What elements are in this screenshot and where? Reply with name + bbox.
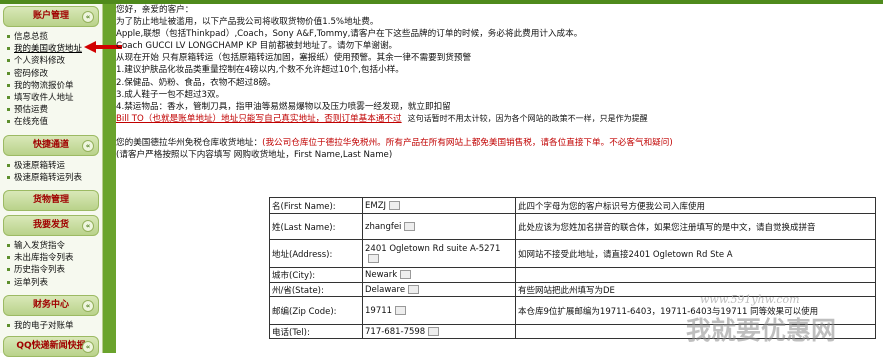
bullet-icon <box>7 35 10 38</box>
notice-brands: Apple,联想（包括Thinkpad）,Coach，Sony A&F,Tomm… <box>116 29 583 40</box>
sidebar-item-express-forward[interactable]: 极速原箱转运 <box>0 160 102 172</box>
section-news[interactable]: QQ快递新闻快报 « <box>3 336 99 357</box>
bullet-icon <box>7 47 10 51</box>
section-title: 货物管理 <box>32 195 69 206</box>
copy-icon[interactable] <box>389 200 401 210</box>
sidebar-item-profile[interactable]: 个人资料修改 <box>0 55 102 67</box>
sidebar-item-statement[interactable]: 我的电子对账单 <box>0 320 102 332</box>
section-title: 快捷通道 <box>32 139 69 150</box>
sidebar-item-history-orders[interactable]: 历史指令列表 <box>0 264 102 276</box>
bullet-icon <box>7 71 10 75</box>
collapse-icon[interactable]: « <box>82 341 94 354</box>
sidebar-item-pending-orders[interactable]: 未出库指令列表 <box>0 252 102 264</box>
sidebar-item-password[interactable]: 密码修改 <box>0 68 102 80</box>
rule-cosmetics: 1.建议护肤品化妆品类重量控制在4磅以内,个数不允许超过10个,包括小样。 <box>116 65 404 76</box>
billto-warning: Bill TO（也就是账单地址）地址只能写自己真实地址，否则订单基本通不过 <box>116 113 402 124</box>
bullet-icon <box>7 108 10 112</box>
collapse-icon[interactable]: « <box>82 139 94 152</box>
notice-prealert: 从现在开始 只有原箱转运（包括原箱转运加固，塞报纸）使用预警。其余一律不需要到货… <box>116 53 472 64</box>
sidebar-item-waybills[interactable]: 运单列表 <box>0 277 102 289</box>
section-fast-lane[interactable]: 快捷通道 « <box>3 134 99 156</box>
bullet-icon <box>7 163 10 167</box>
bullet-icon <box>7 59 10 63</box>
copy-icon[interactable] <box>368 253 379 263</box>
bullet-icon <box>7 120 10 124</box>
table-row: 地址(Address): 2401 Ogletown Rd suite A-52… <box>269 239 876 268</box>
watermark-slogan: 我就要优惠网 <box>686 316 837 345</box>
section-title: QQ快递新闻快报 <box>16 341 86 352</box>
sidebar-item-express-list[interactable]: 极速原箱转运列表 <box>0 172 102 184</box>
section-title: 账户管理 <box>32 11 69 21</box>
bullet-icon <box>7 268 10 272</box>
table-row: 名(First Name): EMZJ 此四个字母为您的客户标识号方便我公司入库… <box>269 197 876 214</box>
sidebar-divider <box>103 4 116 353</box>
bullet-icon <box>7 323 10 327</box>
table-row: 姓(Last Name): zhangfei 此处应该为您姓加名拼音的联合体，如… <box>269 213 876 240</box>
section-account[interactable]: 账户管理 « <box>3 6 99 27</box>
section-finance[interactable]: 财务中心 « <box>3 294 99 316</box>
main-content: 您好，亲爱的客户： 为了防止地址被滥用，以下产品我公司将收取货物价值1.5%地址… <box>116 4 876 161</box>
rule-prohibited: 4.禁运物品：香水，管制刀具，指甲油等易燃易爆物以及压力喷雾一经发现，就立即扣留 <box>116 101 451 112</box>
rule-shoes: 3.成人鞋子一包不超过3双。 <box>116 89 225 100</box>
billto-note: 这句话暂时不用太计较，因为各个网站的政策不一样，只是作为提醒 <box>407 113 648 123</box>
sidebar-item-quote[interactable]: 我的物流报价单 <box>0 80 102 92</box>
greeting: 您好，亲爱的客户： <box>116 5 194 15</box>
sidebar-item-estimate[interactable]: 预估运费 <box>0 104 102 116</box>
copy-icon[interactable] <box>428 326 440 336</box>
bullet-icon <box>7 96 10 100</box>
notice-blocked: Coach GUCCI LV LONGCHAMP KP 目前都被封地址了。请勿下… <box>116 41 398 52</box>
tax-free-note: (我公司仓库位于德拉华免税州。所有产品在所有网站上都免美国销售税，请各位直接下单… <box>262 137 673 148</box>
copy-icon[interactable] <box>395 305 407 315</box>
bullet-icon <box>7 256 10 260</box>
collapse-icon[interactable]: « <box>82 299 94 312</box>
notice-fee: 为了防止地址被滥用，以下产品我公司将收取货物价值1.5%地址费。 <box>116 17 379 28</box>
copy-icon[interactable] <box>408 284 420 294</box>
bullet-icon <box>7 244 10 248</box>
address-hint: (请客户严格按照以下内容填写 网购收货地址，First Name,Last Na… <box>116 150 393 161</box>
copy-icon[interactable] <box>404 221 416 231</box>
bullet-icon <box>7 83 10 87</box>
rule-food: 2.保健品、奶粉、食品，衣物不超过8磅。 <box>116 77 276 88</box>
table-row: 城市(City): Newark <box>269 267 876 283</box>
address-intro-line: 您的美国德拉华州免税仓库收货地址：(我公司仓库位于德拉华免税州。所有产品在所有网… <box>116 137 673 148</box>
watermark-url: www.591yhw.com <box>700 293 800 306</box>
sidebar-item-enter-order[interactable]: 输入发货指令 <box>0 240 102 252</box>
collapse-icon[interactable]: « <box>82 11 94 23</box>
sidebar: 账户管理 « 信息总揽 我的美国收货地址 个人资料修改 密码修改 我的物流报价单 … <box>0 4 103 357</box>
bullet-icon <box>7 280 10 284</box>
sidebar-item-recipient[interactable]: 填写收件人地址 <box>0 92 102 104</box>
section-title: 财务中心 <box>32 299 69 310</box>
sidebar-item-recharge[interactable]: 在线充值 <box>0 116 102 128</box>
collapse-icon[interactable]: « <box>82 220 94 233</box>
section-title: 我要发货 <box>32 220 69 231</box>
section-goods[interactable]: 货物管理 <box>3 190 99 212</box>
section-ship[interactable]: 我要发货 « <box>3 215 99 237</box>
bullet-icon <box>7 175 10 179</box>
copy-icon[interactable] <box>400 270 412 279</box>
billto-line: Bill TO（也就是账单地址）地址只能写自己真实地址，否则订单基本通不过 这句话… <box>116 113 876 125</box>
